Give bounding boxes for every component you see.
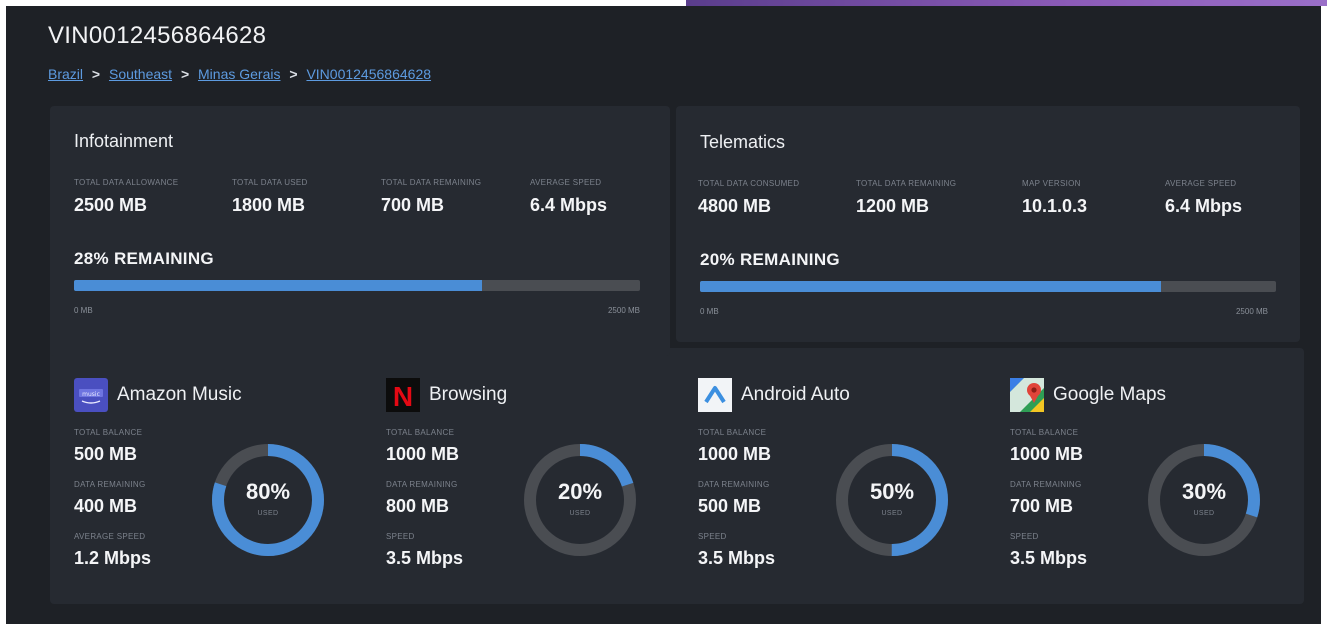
- app-stat-speed: SPEED 3.5 Mbps: [386, 532, 464, 568]
- app-stat-data-remaining: DATA REMAINING 800 MB: [386, 480, 458, 516]
- infotainment-stat-remaining: TOTAL DATA REMAINING 700 MB: [381, 178, 482, 215]
- amazon-music-icon: music: [74, 378, 108, 412]
- app-card-browsing: N Browsing TOTAL BALANCE 1000 MB DATA RE…: [386, 378, 686, 588]
- donut-percent: 80%: [245, 479, 291, 504]
- app-stat-total-balance: TOTAL BALANCE 1000 MB: [386, 428, 460, 464]
- donut-percent: 20%: [557, 479, 603, 504]
- app-card-amazon-music: music Amazon Music TOTAL BALANCE 500 MB …: [74, 378, 374, 588]
- telematics-stat-speed: AVERAGE SPEED 6.4 Mbps: [1165, 179, 1243, 216]
- usage-donut: 50% USED: [834, 442, 950, 558]
- donut-used-label: USED: [569, 510, 591, 517]
- svg-text:music: music: [82, 391, 100, 398]
- breadcrumb-vehicle[interactable]: VIN0012456864628: [306, 66, 431, 82]
- telematics-stat-remaining: TOTAL DATA REMAINING 1200 MB: [856, 179, 957, 216]
- breadcrumb-separator: >: [289, 66, 298, 82]
- infotainment-stat-used: TOTAL DATA USED 1800 MB: [232, 178, 308, 215]
- infotainment-usage-fill: [74, 280, 482, 291]
- breadcrumb-separator: >: [91, 66, 101, 82]
- app-card-android-auto: Android Auto TOTAL BALANCE 1000 MB DATA …: [698, 378, 998, 588]
- infotainment-bar-min: 0 MB: [74, 306, 93, 315]
- telematics-title: Telematics: [700, 132, 786, 152]
- page-title: VIN0012456864628: [48, 22, 267, 49]
- infotainment-stat-allowance: TOTAL DATA ALLOWANCE 2500 MB: [74, 178, 179, 215]
- telematics-usage-bar: [700, 281, 1276, 292]
- telematics-bar-min: 0 MB: [700, 307, 719, 316]
- infotainment-usage-bar: [74, 280, 640, 291]
- donut-used-label: USED: [881, 510, 903, 517]
- donut-used-label: USED: [257, 510, 279, 517]
- app-stat-total-balance: TOTAL BALANCE 1000 MB: [698, 428, 772, 464]
- infotainment-stat-speed: AVERAGE SPEED 6.4 Mbps: [530, 178, 608, 215]
- app-stat-data-remaining: DATA REMAINING 500 MB: [698, 480, 770, 516]
- usage-donut: 20% USED: [522, 442, 638, 558]
- app-stat-data-remaining: DATA REMAINING 400 MB: [74, 480, 146, 516]
- donut-used-label: USED: [1193, 510, 1215, 517]
- app-stat-total-balance: TOTAL BALANCE 500 MB: [74, 428, 143, 464]
- app-stat-data-remaining: DATA REMAINING 700 MB: [1010, 480, 1082, 516]
- telematics-usage-fill: [700, 281, 1161, 292]
- app-name: Amazon Music: [117, 384, 242, 405]
- infotainment-title: Infotainment: [74, 131, 174, 151]
- breadcrumb-state[interactable]: Minas Gerais: [198, 66, 280, 82]
- app-stat-speed: AVERAGE SPEED 1.2 Mbps: [74, 532, 152, 568]
- infotainment-panel: Infotainment TOTAL DATA ALLOWANCE 2500 M…: [50, 106, 670, 356]
- usage-donut: 80% USED: [210, 442, 326, 558]
- donut-percent: 30%: [1181, 479, 1227, 504]
- breadcrumb: Brazil > Southeast > Minas Gerais > VIN0…: [48, 66, 431, 82]
- infotainment-bar-max: 2500 MB: [607, 306, 640, 315]
- app-stat-speed: SPEED 3.5 Mbps: [1010, 532, 1088, 568]
- app-name: Android Auto: [741, 384, 850, 405]
- app-stat-total-balance: TOTAL BALANCE 1000 MB: [1010, 428, 1084, 464]
- google-maps-icon: [1010, 378, 1044, 412]
- telematics-stat-consumed: TOTAL DATA CONSUMED 4800 MB: [698, 179, 800, 216]
- usage-donut: 30% USED: [1146, 442, 1262, 558]
- telematics-panel: Telematics TOTAL DATA CONSUMED 4800 MB T…: [676, 106, 1300, 342]
- breadcrumb-region[interactable]: Southeast: [109, 66, 172, 82]
- telematics-stat-map-version: MAP VERSION 10.1.0.3: [1022, 179, 1088, 216]
- telematics-remaining-text: 20% REMAINING: [700, 250, 840, 269]
- netflix-icon: N: [386, 378, 420, 412]
- telematics-bar-max: 2500 MB: [1235, 307, 1268, 316]
- svg-text:N: N: [393, 381, 413, 412]
- android-auto-icon: [698, 378, 732, 412]
- app-name: Google Maps: [1053, 384, 1167, 405]
- app-card-google-maps: Google Maps TOTAL BALANCE 1000 MB DATA R…: [1010, 378, 1300, 588]
- breadcrumb-separator: >: [180, 66, 190, 82]
- breadcrumb-country[interactable]: Brazil: [48, 66, 83, 82]
- donut-percent: 50%: [869, 479, 915, 504]
- app-name: Browsing: [429, 384, 508, 405]
- infotainment-remaining-text: 28% REMAINING: [74, 249, 214, 268]
- app-stat-speed: SPEED 3.5 Mbps: [698, 532, 776, 568]
